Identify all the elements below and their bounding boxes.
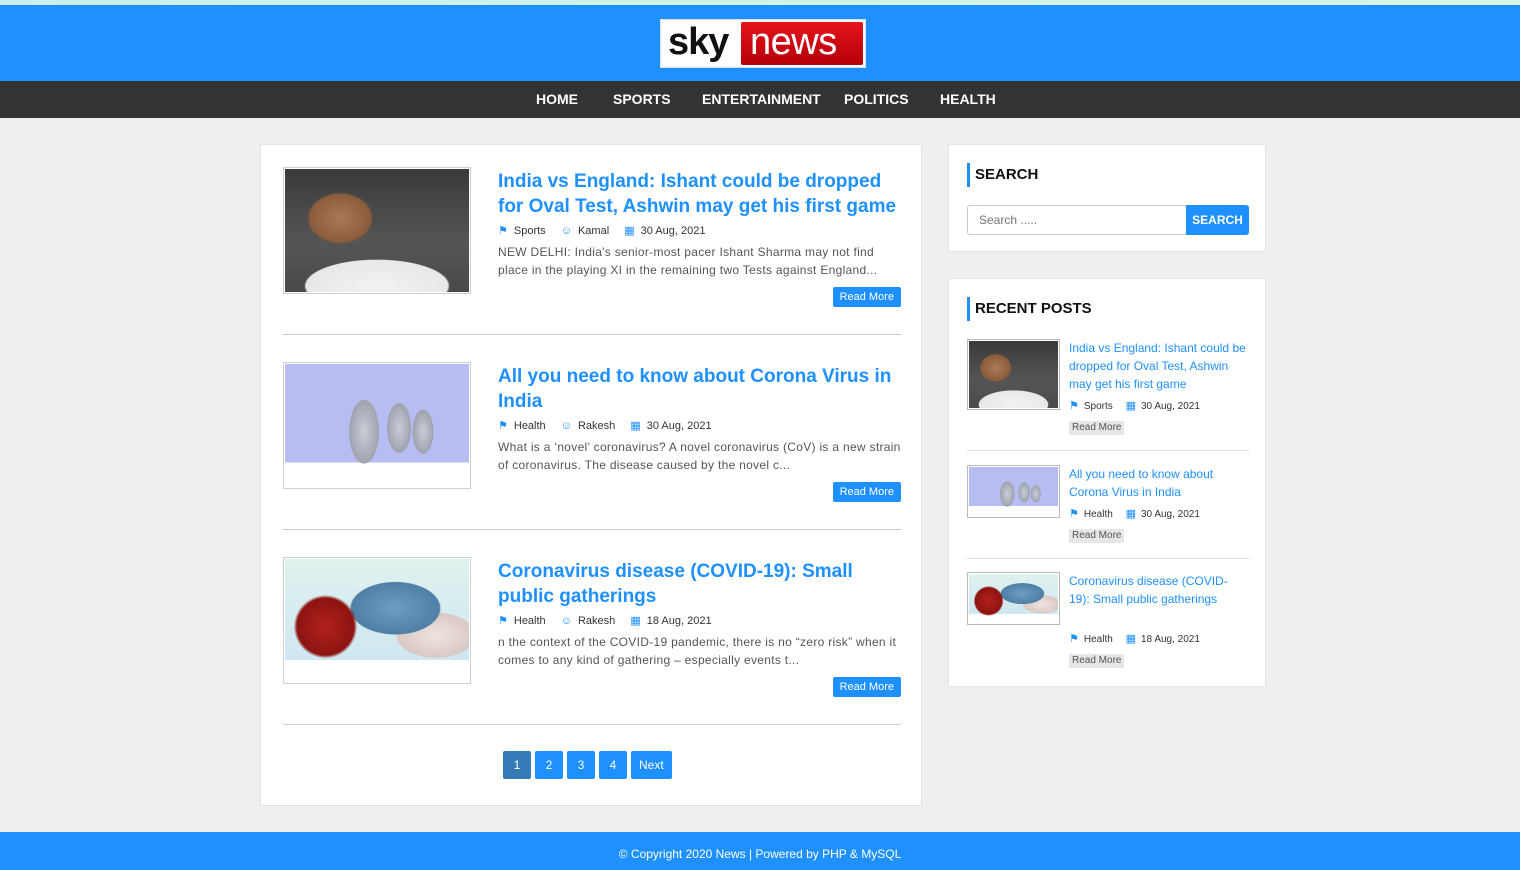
- recent-post-meta: ⚑ Health ▦ 18 Aug, 2021: [1069, 632, 1210, 645]
- sky-news-logo[interactable]: sky news: [660, 19, 866, 68]
- recent-post-meta: ⚑ Health ▦ 30 Aug, 2021: [1069, 507, 1210, 520]
- read-more-button[interactable]: Read More: [832, 677, 901, 697]
- user-icon: ☺: [560, 615, 572, 627]
- post-title[interactable]: All you need to know about Corona Virus …: [498, 364, 898, 414]
- recent-post-divider: [967, 558, 1249, 559]
- covid-hospital-image: [969, 574, 1058, 623]
- post-divider: [283, 724, 901, 725]
- recent-posts-title: RECENT POSTS: [967, 297, 1092, 321]
- nav-home[interactable]: HOME: [536, 81, 578, 118]
- post-date: 30 Aug, 2021: [640, 225, 706, 237]
- recent-read-more-button[interactable]: Read More: [1069, 654, 1125, 668]
- page-4-button[interactable]: 4: [599, 751, 627, 779]
- recent-post-date: 30 Aug, 2021: [1140, 401, 1200, 412]
- recent-post-thumbnail[interactable]: [967, 465, 1060, 518]
- post-author: Rakesh: [577, 420, 616, 432]
- post-date: 18 Aug, 2021: [646, 615, 712, 627]
- post-item: Coronavirus disease (COVID-19): Small pu…: [283, 557, 901, 726]
- post-category[interactable]: Health: [514, 615, 546, 627]
- post-category[interactable]: Health: [514, 420, 546, 432]
- tags-icon: ⚑: [498, 225, 508, 237]
- user-icon: ☺: [560, 420, 572, 432]
- recent-post-category[interactable]: Health: [1084, 509, 1113, 520]
- post-meta: ⚑ Sports ☺ Kamal ▦ 30 Aug, 2021: [498, 224, 717, 237]
- post-title[interactable]: India vs England: Ishant could be droppe…: [498, 169, 898, 219]
- search-button[interactable]: SEARCH: [1186, 205, 1249, 235]
- post-excerpt: NEW DELHI: India's senior-most pacer Ish…: [498, 245, 878, 277]
- post-thumbnail[interactable]: [283, 167, 471, 294]
- recent-post-date: 18 Aug, 2021: [1140, 634, 1200, 645]
- search-widget-title: SEARCH: [967, 163, 1038, 187]
- nav-entertainment[interactable]: ENTERTAINMENT: [702, 81, 821, 118]
- covid-hospital-image: [285, 559, 469, 682]
- calendar-icon: ▦: [630, 615, 641, 627]
- tags-icon: ⚑: [498, 615, 508, 627]
- next-page-button[interactable]: Next: [631, 751, 672, 779]
- posts-panel: India vs England: Ishant could be droppe…: [260, 144, 922, 806]
- cricket-player-image: [969, 341, 1058, 408]
- post-meta: ⚑ Health ☺ Rakesh ▦ 30 Aug, 2021: [498, 419, 724, 432]
- nav-health[interactable]: HEALTH: [940, 81, 996, 118]
- vaccine-vials-image: [969, 467, 1058, 516]
- recent-read-more-button[interactable]: Read More: [1069, 421, 1125, 435]
- post-date: 30 Aug, 2021: [646, 420, 712, 432]
- search-widget: SEARCH SEARCH: [948, 144, 1266, 252]
- vaccine-vials-image: [285, 364, 469, 487]
- recent-post-thumbnail[interactable]: [967, 339, 1060, 410]
- page-2-button[interactable]: 2: [535, 751, 563, 779]
- calendar-icon: ▦: [624, 225, 635, 237]
- recent-post-title[interactable]: India vs England: Ishant could be droppe…: [1069, 339, 1247, 393]
- recent-post-thumbnail[interactable]: [967, 572, 1060, 625]
- read-more-button[interactable]: Read More: [832, 482, 901, 502]
- recent-post-date: 30 Aug, 2021: [1140, 509, 1200, 520]
- tags-icon: ⚑: [1069, 633, 1079, 645]
- recent-read-more-button[interactable]: Read More: [1069, 529, 1125, 543]
- post-author: Kamal: [577, 225, 610, 237]
- post-excerpt: What is a ‘novel’ coronavirus? A novel c…: [498, 440, 901, 472]
- post-divider: [283, 334, 901, 335]
- tags-icon: ⚑: [498, 420, 508, 432]
- post-title[interactable]: Coronavirus disease (COVID-19): Small pu…: [498, 559, 898, 609]
- post-excerpt: n the context of the COVID-19 pandemic, …: [498, 635, 897, 667]
- search-input[interactable]: [967, 205, 1186, 235]
- pagination: 1 2 3 4 Next: [503, 751, 676, 779]
- post-meta: ⚑ Health ☺ Rakesh ▦ 18 Aug, 2021: [498, 614, 724, 627]
- recent-post-title[interactable]: Coronavirus disease (COVID-19): Small pu…: [1069, 572, 1247, 608]
- recent-post-category[interactable]: Health: [1084, 634, 1113, 645]
- site-footer: © Copyright 2020 News | Powered by PHP &…: [0, 832, 1520, 870]
- calendar-icon: ▦: [1125, 633, 1136, 645]
- nav-sports[interactable]: SPORTS: [613, 81, 671, 118]
- tags-icon: ⚑: [1069, 400, 1079, 412]
- calendar-icon: ▦: [1125, 508, 1136, 520]
- main-nav: HOME SPORTS ENTERTAINMENT POLITICS HEALT…: [0, 81, 1520, 118]
- post-divider: [283, 529, 901, 530]
- recent-posts-widget: RECENT POSTS India vs England: Ishant co…: [948, 278, 1266, 687]
- user-icon: ☺: [560, 225, 572, 237]
- calendar-icon: ▦: [630, 420, 641, 432]
- post-thumbnail[interactable]: [283, 557, 471, 684]
- cricket-player-image: [285, 169, 469, 292]
- tags-icon: ⚑: [1069, 508, 1079, 520]
- post-item: All you need to know about Corona Virus …: [283, 362, 901, 531]
- recent-post-title[interactable]: All you need to know about Corona Virus …: [1069, 465, 1247, 501]
- post-author: Rakesh: [577, 615, 616, 627]
- post-category[interactable]: Sports: [514, 225, 546, 237]
- calendar-icon: ▦: [1125, 400, 1136, 412]
- recent-post-category[interactable]: Sports: [1084, 401, 1113, 412]
- nav-politics[interactable]: POLITICS: [844, 81, 909, 118]
- page-1-button[interactable]: 1: [503, 751, 531, 779]
- logo-news-text: news: [741, 22, 863, 65]
- read-more-button[interactable]: Read More: [832, 287, 901, 307]
- footer-copyright: © Copyright 2020 News | Powered by PHP &…: [618, 847, 902, 861]
- recent-post-meta: ⚑ Sports ▦ 30 Aug, 2021: [1069, 399, 1210, 412]
- recent-post-divider: [967, 450, 1249, 451]
- site-header: sky news: [0, 5, 1520, 81]
- logo-sky-text: sky: [661, 20, 741, 67]
- post-item: India vs England: Ishant could be droppe…: [283, 167, 901, 336]
- page-3-button[interactable]: 3: [567, 751, 595, 779]
- post-thumbnail[interactable]: [283, 362, 471, 489]
